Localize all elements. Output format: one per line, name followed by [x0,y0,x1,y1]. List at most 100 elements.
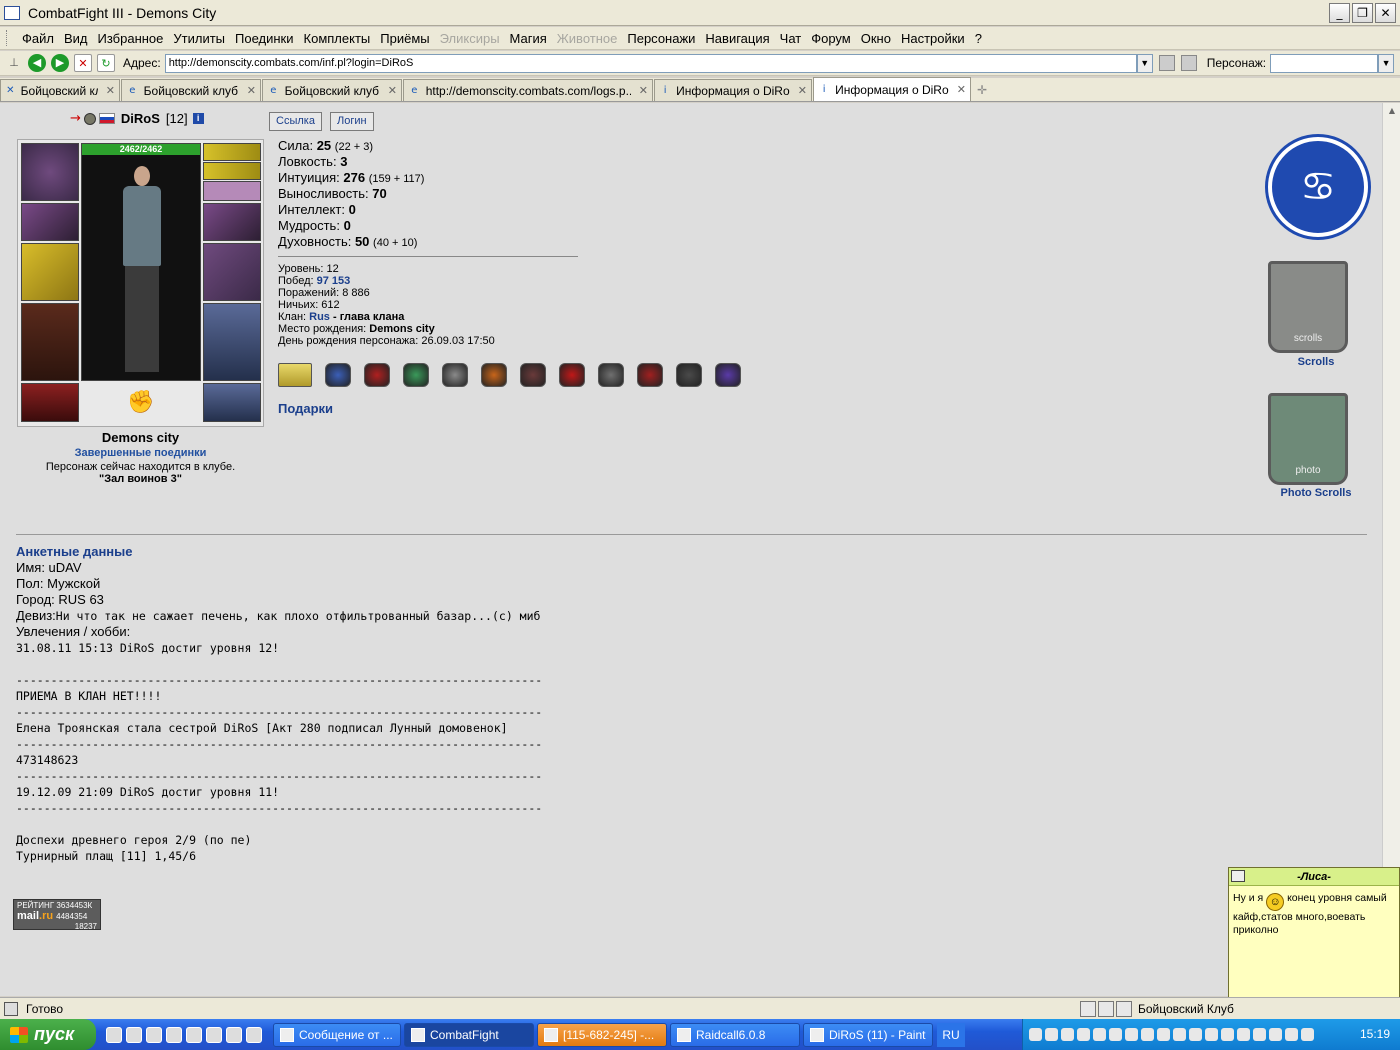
weapon-left-slot[interactable] [21,243,79,301]
bracer-slot[interactable] [21,203,79,241]
menu-item[interactable]: Навигация [700,31,774,46]
language-indicator[interactable]: RU [937,1022,965,1047]
red-sun-icon[interactable] [559,363,585,387]
cross-icon[interactable] [676,363,702,387]
tab-close-icon[interactable]: ✕ [106,84,115,97]
go-icon[interactable] [1158,55,1175,71]
shield-orange-icon[interactable] [481,363,507,387]
tray-icon[interactable] [1205,1028,1218,1041]
ring-icon[interactable] [278,363,312,387]
tab-close-icon[interactable]: ✕ [639,84,648,97]
taskbar-task[interactable]: DiRoS (11) - Paint [803,1022,933,1047]
tab-close-icon[interactable]: ✕ [247,84,256,97]
menu-item[interactable]: Чат [775,31,807,46]
tray-icon[interactable] [1253,1028,1266,1041]
persona-dropdown[interactable]: ▼ [1378,53,1395,73]
refresh-button[interactable]: ↻ [97,54,115,72]
belt-slot[interactable] [21,383,79,422]
login-button[interactable]: Логин [330,112,374,131]
scrolls-link[interactable]: Scrolls [1266,356,1366,368]
purple-star-icon[interactable] [715,363,741,387]
menu-item[interactable]: Животное [552,31,623,46]
helmet-slot[interactable] [21,143,79,201]
address-input[interactable]: http://demonscity.combats.com/inf.pl?log… [164,53,1137,73]
menu-item[interactable]: Персонажи [622,31,700,46]
taskbar-task[interactable]: CombatFight [404,1022,534,1047]
quick-launch-icon[interactable] [246,1026,262,1043]
shield-grey-icon[interactable] [442,363,468,387]
menu-item[interactable]: Приёмы [375,31,434,46]
gifts-link[interactable]: Подарки [278,401,333,416]
crab-emblem-icon[interactable]: ♋ [1268,137,1368,237]
photo-scrolls-banner[interactable]: photo [1268,393,1348,485]
taskbar-task[interactable]: [115-682-245] -... [537,1022,667,1047]
gloves-slot[interactable] [203,203,261,241]
menu-item[interactable]: Избранное [93,31,169,46]
quick-launch-icon[interactable] [166,1026,182,1043]
persona-select[interactable] [1270,53,1379,73]
tray-icon[interactable] [1237,1028,1250,1041]
rings-slot[interactable] [203,181,261,201]
tab[interactable]: e http://demonscity.combats.com/logs.p...… [403,79,653,101]
menu-item[interactable]: Вид [59,31,93,46]
status-icon-1[interactable] [1080,1001,1096,1017]
vertical-scrollbar[interactable]: ▲ [1382,103,1400,996]
people-icon[interactable] [1180,55,1197,71]
tray-icon[interactable] [1301,1028,1314,1041]
tray-icon[interactable] [1061,1028,1074,1041]
new-tab-icon[interactable]: ✛ [972,79,992,101]
weapon-right-slot[interactable] [203,243,261,301]
menu-item[interactable]: Магия [505,31,552,46]
tray-icon[interactable] [1285,1028,1298,1041]
quick-launch-icon[interactable] [146,1026,162,1043]
menu-item[interactable]: Комплекты [299,31,376,46]
address-dropdown[interactable]: ▼ [1136,53,1153,73]
minimize-button[interactable]: _ [1329,3,1350,23]
quick-launch-icon[interactable] [186,1026,202,1043]
taskbar-task[interactable]: Raidcall6.0.8 [670,1022,800,1047]
back-button[interactable]: ◀ [28,54,46,72]
finished-battles-link[interactable]: Завершенные поединки [17,447,264,459]
amulet-slot[interactable] [203,162,261,180]
taskbar-task[interactable]: Сообщение от ... [273,1022,401,1047]
tab-close-icon[interactable]: ✕ [388,84,397,97]
red-orb-icon[interactable] [637,363,663,387]
menu-item[interactable]: Настройки [896,31,970,46]
tray-icon[interactable] [1141,1028,1154,1041]
status-icon-3[interactable] [1116,1001,1132,1017]
boots-slot[interactable] [203,383,261,422]
tray-icon[interactable] [1189,1028,1202,1041]
maximize-button[interactable]: ❐ [1352,3,1373,23]
tab[interactable]: e Бойцовский клуб. ✕ [262,79,402,101]
wolf-icon[interactable] [598,363,624,387]
shield-green-icon[interactable] [403,363,429,387]
tab[interactable]: e Бойцовский клуб. ✕ [121,79,261,101]
info-icon[interactable]: i [192,113,204,124]
link-button[interactable]: Ссылка [269,112,322,131]
menu-item[interactable]: Форум [806,31,856,46]
close-button[interactable]: ✕ [1375,3,1396,23]
status-icon-2[interactable] [1098,1001,1114,1017]
shield-blue-icon[interactable] [325,363,351,387]
tray-icon[interactable] [1029,1028,1042,1041]
menu-item[interactable]: Поединки [230,31,299,46]
tray-icon[interactable] [1077,1028,1090,1041]
tray-icon[interactable] [1109,1028,1122,1041]
tray-icon[interactable] [1093,1028,1106,1041]
menu-item[interactable]: Файл [17,31,59,46]
pin-icon[interactable]: ⊥ [5,54,23,72]
tab[interactable]: ✕ Бойцовский клуб ✕ [0,79,120,101]
toolbar-grip[interactable] [6,30,9,46]
quick-launch-icon[interactable] [226,1026,242,1043]
scroll-up-icon[interactable]: ▲ [1383,103,1400,119]
tray-icon[interactable] [1221,1028,1234,1041]
menu-item[interactable]: ? [970,31,987,46]
menu-item[interactable]: Утилиты [168,31,230,46]
tray-icon[interactable] [1173,1028,1186,1041]
quick-launch-icon[interactable] [206,1026,222,1043]
wins-link[interactable]: 97 153 [317,275,351,287]
tab[interactable]: i Информация о DiRoS ✕ [654,79,812,101]
rating-counter[interactable]: РЕЙТИНГ 3634453К mail.ru 4484354 18237 [13,899,101,931]
tray-icon[interactable] [1269,1028,1282,1041]
menu-item[interactable]: Окно [856,31,896,46]
